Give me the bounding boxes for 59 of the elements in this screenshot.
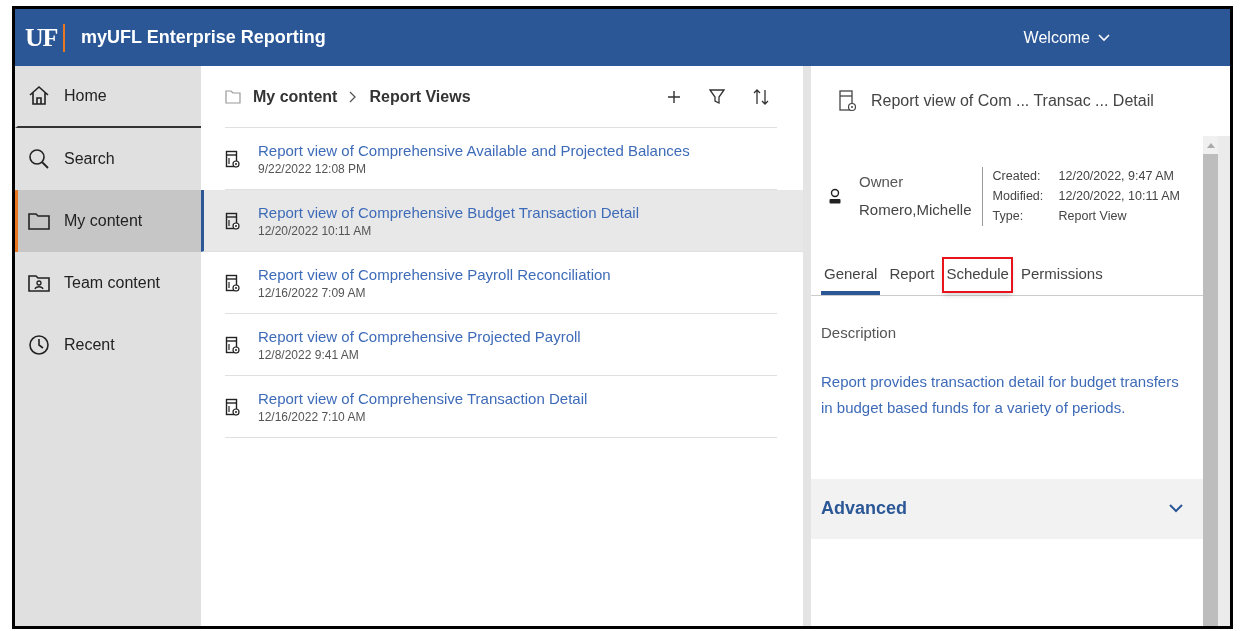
chevron-right-icon [349, 90, 358, 103]
breadcrumb-link[interactable]: My content [253, 84, 338, 109]
list-row[interactable]: Report view of Comprehensive Payroll Reconciliation 12/16/2022 7:09 AM [225, 252, 777, 314]
property-label: Created: [992, 168, 1042, 184]
report-link[interactable]: Report view of Comprehensive Transaction Detail [258, 388, 588, 409]
report-icon [839, 90, 857, 112]
report-icon [225, 273, 240, 292]
property-label: Type: [992, 208, 1025, 224]
description-label: Description [821, 323, 898, 343]
owner-label: Owner [859, 171, 905, 192]
app-title: myUFL Enterprise Reporting [81, 26, 326, 49]
report-icon [225, 149, 240, 168]
sidebar-item[interactable]: Team content [15, 252, 201, 314]
property-label: Modified: [992, 188, 1045, 204]
list-row[interactable]: Report view of Comprehensive Transaction Detail 12/16/2022 7:10 AM [225, 376, 777, 438]
panel-title: Report view of Com ... Transac ... Detail [871, 91, 1154, 111]
modified-date: 12/8/2022 9:41 AM [258, 346, 360, 363]
sidebar-item[interactable]: My content [15, 190, 201, 252]
report-link[interactable]: Report view of Comprehensive Available and Projected Balances [258, 140, 690, 161]
clock-icon [28, 334, 50, 356]
search-icon [28, 148, 50, 170]
owner-name: Romero,Michelle [859, 200, 972, 220]
breadcrumb-link[interactable]: Report Views [369, 84, 471, 109]
add-icon[interactable] [667, 89, 681, 104]
tab[interactable]: Schedule [943, 262, 1012, 295]
list-row[interactable]: Report view of Comprehensive Projected Payroll 12/8/2022 9:41 AM [225, 314, 777, 376]
property-value: 12/20/2022, 9:47 AM [1058, 168, 1175, 184]
advanced-section[interactable]: Advanced [811, 478, 1203, 539]
logo-divider [63, 23, 66, 52]
filter-icon[interactable] [709, 88, 725, 105]
tab[interactable]: Report [886, 262, 938, 295]
sidebar-item[interactable]: Recent [15, 314, 201, 376]
tab[interactable]: Permissions [1017, 262, 1106, 295]
modified-date: 12/16/2022 7:10 AM [258, 408, 367, 425]
chevron-down-icon [1098, 33, 1110, 42]
person-icon [829, 188, 841, 204]
report-link[interactable]: Report view of Comprehensive Budget Transaction Detail [258, 202, 640, 223]
property-value: 12/20/2022, 10:11 AM [1058, 188, 1181, 204]
welcome-menu[interactable]: Welcome [1023, 25, 1110, 50]
list-row[interactable]: Report view of Comprehensive Budget Transaction Detail 12/20/2022 10:11 AM [201, 190, 803, 252]
report-link[interactable]: Report view of Comprehensive Payroll Reconciliation [258, 264, 611, 285]
tab[interactable]: General [821, 262, 881, 295]
logo: UF [25, 22, 58, 54]
folder-icon [225, 89, 241, 104]
chevron-down-icon [1169, 504, 1183, 513]
modified-date: 12/20/2022 10:11 AM [258, 222, 373, 239]
home-icon [28, 85, 50, 107]
modified-date: 9/22/2022 12:08 PM [258, 160, 368, 177]
property-value: Report View [1058, 208, 1128, 224]
report-icon [225, 211, 240, 230]
team-folder-icon [28, 272, 50, 294]
folder-icon [28, 210, 50, 232]
modified-date: 12/16/2022 7:09 AM [258, 284, 367, 301]
report-link[interactable]: Report view of Comprehensive Projected Payroll [258, 326, 581, 347]
report-icon [225, 335, 240, 354]
sidebar-item[interactable]: Search [15, 128, 201, 190]
description-text: Report provides transaction detail for budget transfers in budget based funds for a variety of periods. [821, 371, 1180, 418]
sort-icon[interactable] [753, 88, 769, 105]
report-icon [225, 397, 240, 416]
